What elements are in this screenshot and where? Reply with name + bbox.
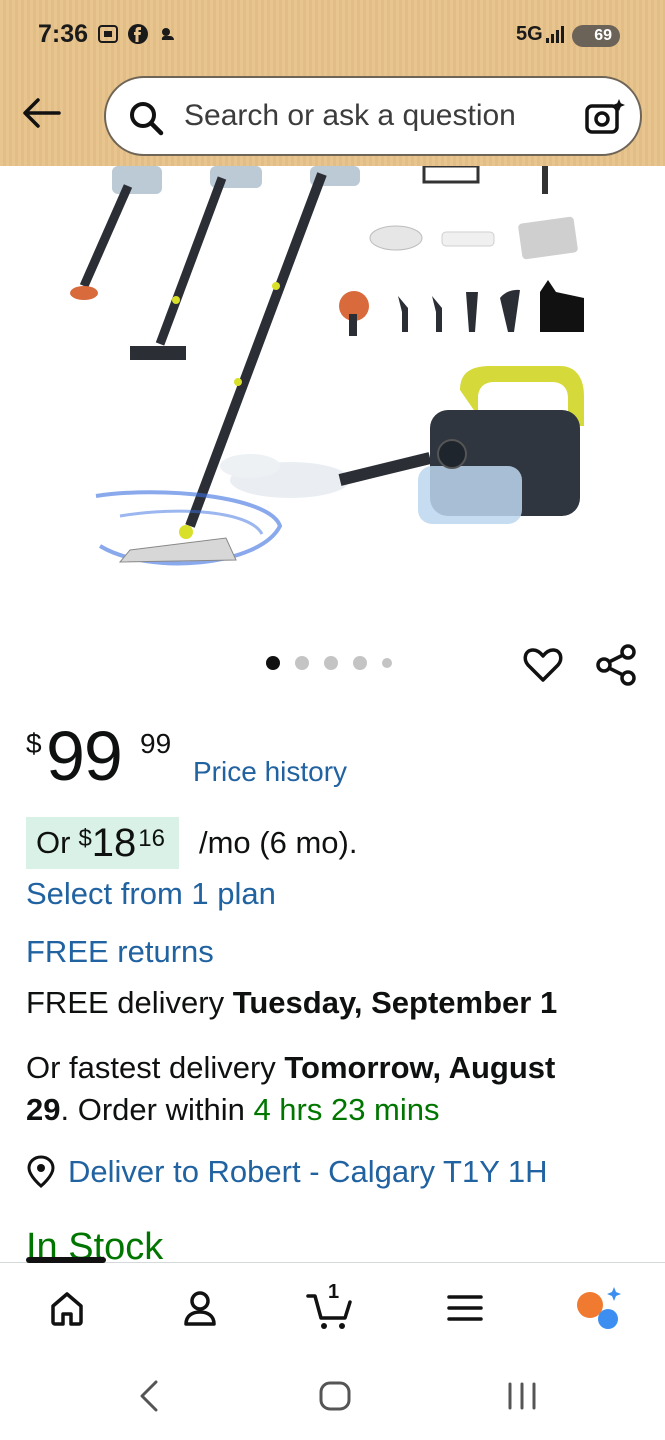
free-delivery-date: Tuesday, September 1 [232,985,558,1020]
cart-count: 1 [328,1281,340,1303]
system-back-icon[interactable] [136,1378,164,1414]
free-delivery: FREE delivery Tuesday, September 1 [26,982,557,1024]
nav-home[interactable] [42,1283,92,1333]
accessory-nozzle-3 [466,292,478,332]
wishlist-button[interactable] [522,644,564,691]
system-navigation [0,1352,665,1440]
wand-1 [79,184,133,288]
nav-rufus[interactable] [574,1283,624,1333]
back-arrow-icon [23,98,61,128]
steam-hose [338,452,432,486]
price-fraction: 99 [140,728,172,759]
accessory-frame [422,166,480,184]
carousel-dot[interactable] [382,658,392,668]
carousel-dot[interactable] [295,656,309,670]
wand-2-head [130,346,186,360]
fastest-delivery-date-2: 29 [26,1092,61,1127]
nav-account[interactable] [175,1283,225,1333]
water-tank [418,466,522,524]
carousel-dot[interactable] [266,656,280,670]
accessory-nozzle-1 [398,296,408,332]
screenshot-icon [98,25,118,43]
carousel-dot[interactable] [324,656,338,670]
search-input[interactable]: Search or ask a question [184,99,516,133]
nav-cart[interactable]: 1 [306,1281,356,1333]
carousel-indicators[interactable] [266,656,392,670]
rufus-assistant-icon [577,1287,621,1329]
product-illustration [70,166,584,566]
status-time: 7:36 [38,20,89,48]
fastest-delivery-date-1: Tomorrow, August [284,1050,556,1085]
accessory-cloths [518,216,578,260]
system-recents-icon[interactable] [506,1378,538,1414]
active-tab-indicator [26,1257,106,1263]
accessory-nozzle-4 [500,289,520,332]
battery-level: 69 [594,27,612,44]
mop-head [118,537,237,563]
carousel-dot[interactable] [353,656,367,670]
camera-search-icon[interactable] [584,97,626,137]
wand-1-brush [70,286,98,300]
network-type: 5G [516,23,543,45]
signal-icon [546,26,564,43]
facebook-icon [128,24,148,44]
deliver-to-address[interactable]: Deliver to Robert - Calgary T1Y 1H [68,1154,548,1190]
deliver-to-row[interactable]: Deliver to Robert - Calgary T1Y 1H [26,1154,548,1190]
monthly-symbol: $ [78,825,92,852]
product-image[interactable] [0,166,665,626]
location-pin-icon [27,1155,55,1188]
status-notification-icons [96,22,180,46]
share-icon [596,644,636,686]
share-button[interactable] [596,644,638,691]
price-history-link[interactable]: Price history [193,756,347,788]
nav-menu[interactable] [440,1283,490,1333]
home-icon [51,1292,83,1326]
monthly-terms: /mo (6 mo). [199,825,358,860]
monthly-whole: 18 [91,820,137,865]
price-whole: 99 [46,717,123,795]
accessory-nozzle [542,166,548,194]
select-plan-link[interactable]: Select from 1 plan [26,876,276,912]
monthly-payment-badge: Or $ 18 16 [26,817,179,869]
back-button[interactable] [18,90,64,136]
fastest-delivery-label: Or fastest delivery [26,1050,285,1085]
search-bar[interactable]: Search or ask a question [104,76,642,156]
fastest-delivery: Or fastest delivery Tomorrow, August 29.… [26,1047,636,1131]
system-home-icon[interactable] [318,1378,352,1414]
order-within-label: . Order within [60,1092,254,1127]
wand-2 [155,176,227,346]
person-icon [184,1291,216,1326]
status-bar: 7:36 5G 69 [0,0,665,70]
price-symbol: $ [26,728,42,759]
order-countdown: 4 hrs 23 mins [253,1092,440,1127]
bottom-navigation: 1 [0,1257,665,1352]
monthly-fraction: 16 [138,825,165,852]
free-delivery-label: FREE delivery [26,985,233,1020]
search-icon [130,102,164,136]
accessory-bag [540,280,584,332]
accessory-pad-1 [369,225,423,251]
menu-icon [447,1295,483,1321]
accessory-nozzle-2 [432,296,442,332]
accessory-pad-2 [441,231,495,247]
weather-icon [161,28,174,40]
heart-icon [523,648,563,682]
free-returns-link[interactable]: FREE returns [26,934,214,970]
battery-indicator: 69 [572,25,620,47]
monthly-or: Or [36,825,71,860]
